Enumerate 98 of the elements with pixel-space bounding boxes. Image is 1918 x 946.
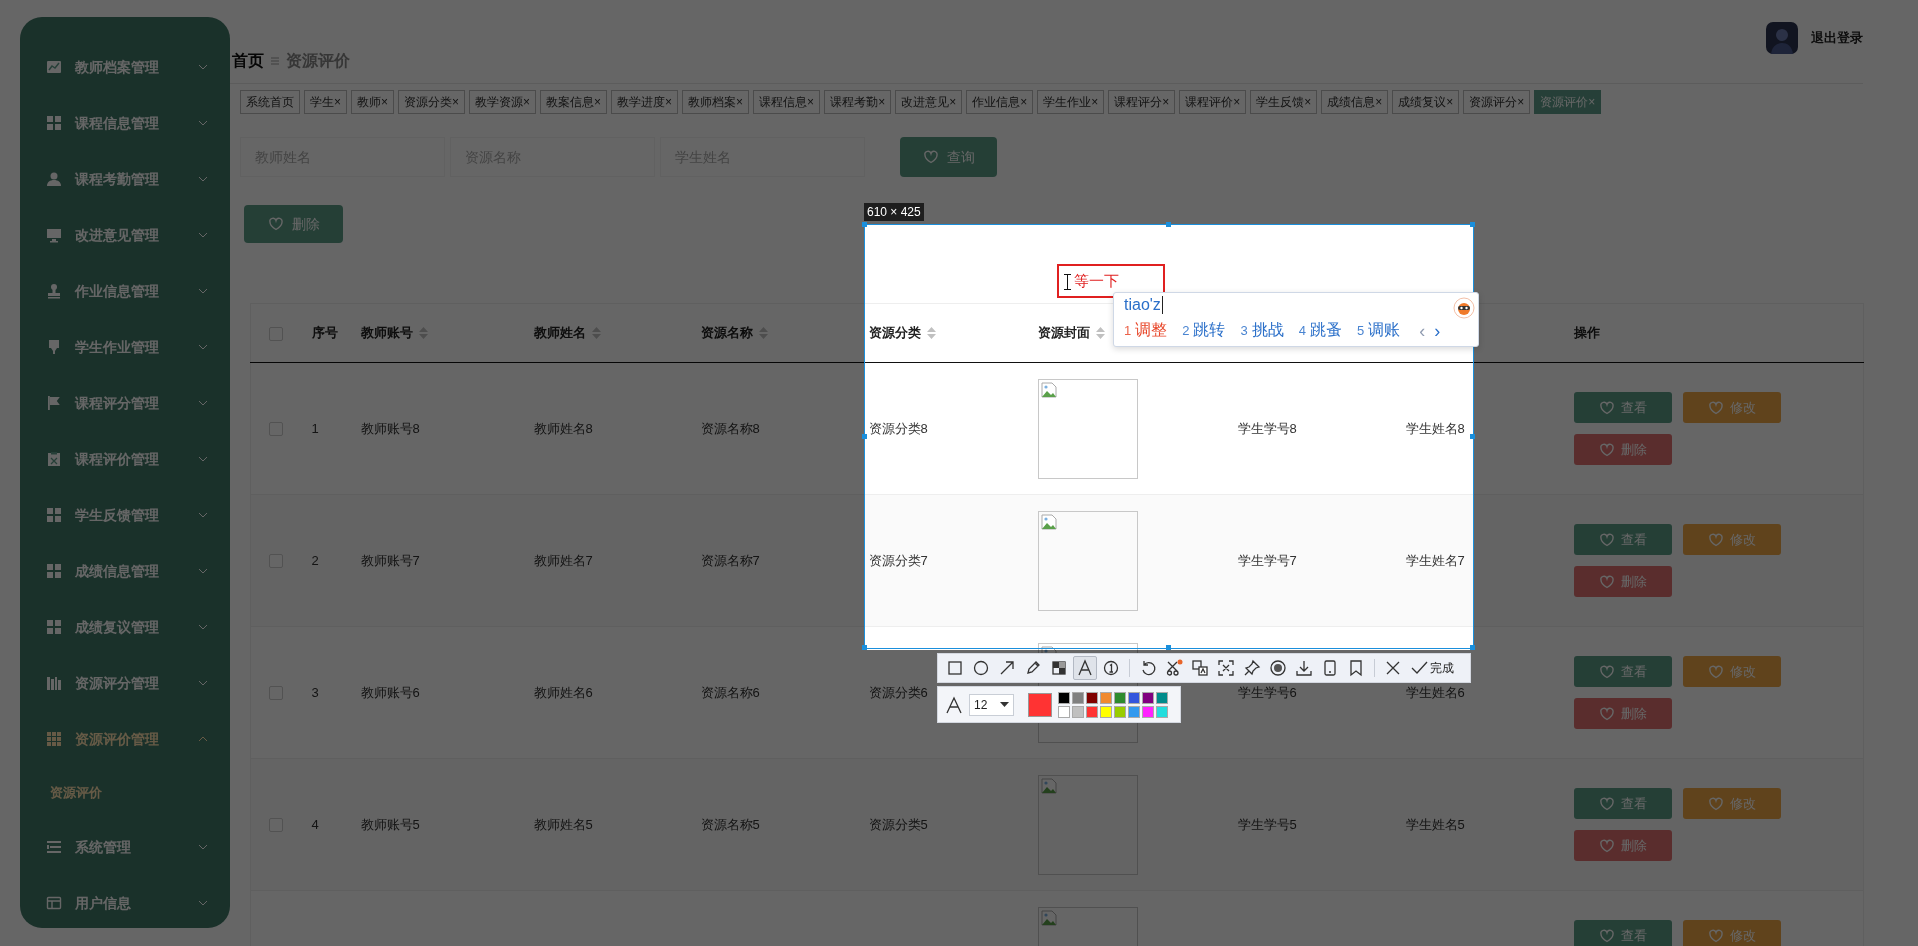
done-button[interactable]: 完成 bbox=[1408, 656, 1456, 680]
table-cell: 教师账号8 bbox=[360, 420, 420, 436]
tab[interactable]: 成绩复议× bbox=[1392, 90, 1460, 114]
table-cell: 学生学号8 bbox=[1237, 420, 1297, 436]
tab[interactable]: 资源分类× bbox=[398, 90, 466, 114]
table-cell: 教师账号6 bbox=[360, 684, 420, 700]
table-cell: 教师账号5 bbox=[360, 816, 420, 832]
table-cell: 资源名称7 bbox=[700, 552, 760, 568]
sidebar-item-label: 学生作业管理 bbox=[75, 337, 159, 357]
sidebar-item[interactable]: 资源评分管理 bbox=[20, 655, 230, 711]
tab[interactable]: 教师× bbox=[351, 90, 395, 114]
table-cell: 学生学号5 bbox=[1237, 816, 1297, 832]
tab[interactable]: 课程信息× bbox=[753, 90, 821, 114]
table-cell: 资源分类6 bbox=[868, 684, 928, 700]
column-header: 资源封面 bbox=[1037, 324, 1090, 343]
sidebar-item[interactable]: 作业信息管理 bbox=[20, 263, 230, 319]
sidebar-item-label: 课程考勤管理 bbox=[75, 169, 159, 189]
table-cell: 教师姓名8 bbox=[533, 420, 593, 436]
tab[interactable]: 学生反馈× bbox=[1250, 90, 1318, 114]
annotation-text: 等一下 bbox=[1074, 270, 1119, 291]
sidebar-item-label: 资源评分管理 bbox=[75, 673, 159, 693]
sidebar-item-label: 改进意见管理 bbox=[75, 225, 159, 245]
table-cell: 2 bbox=[311, 552, 319, 568]
table-cell: 学生姓名5 bbox=[1405, 816, 1465, 832]
sidebar-item[interactable]: 课程考勤管理 bbox=[20, 151, 230, 207]
breadcrumb-item[interactable]: 首页 bbox=[232, 51, 264, 71]
tab[interactable]: 课程评价× bbox=[1179, 90, 1247, 114]
ime-input-text: tiao'z bbox=[1124, 295, 1161, 315]
size-label: 610 × 425 bbox=[864, 203, 924, 221]
font-size-select[interactable]: 12 bbox=[969, 693, 1014, 716]
sidebar-item-label: 课程评分管理 bbox=[75, 393, 159, 413]
table-cell: 3 bbox=[311, 684, 319, 700]
sidebar-item[interactable]: 资源评价管理 bbox=[20, 711, 230, 767]
table-cell: 学生学号7 bbox=[1237, 552, 1297, 568]
tab[interactable]: 教学资源× bbox=[469, 90, 537, 114]
table-cell: 4 bbox=[311, 816, 319, 832]
ime-candidate[interactable]: 3 挑战 bbox=[1240, 319, 1284, 342]
tab[interactable]: 课程考勤× bbox=[824, 90, 892, 114]
sidebar-item[interactable]: 改进意见管理 bbox=[20, 207, 230, 263]
ime-candidate[interactable]: 5 调账 bbox=[1356, 319, 1401, 342]
sidebar-item[interactable]: 教师档案管理 bbox=[20, 39, 230, 95]
ime-candidate[interactable]: 1 调整 bbox=[1124, 319, 1168, 342]
tab[interactable]: 作业信息× bbox=[966, 90, 1034, 114]
tab[interactable]: 教学进度× bbox=[611, 90, 679, 114]
sidebar-item[interactable]: 学生反馈管理 bbox=[20, 487, 230, 543]
column-header: 操作 bbox=[1573, 324, 1600, 343]
column-header: 教师账号 bbox=[360, 324, 413, 343]
table-cell: 教师姓名7 bbox=[533, 552, 593, 568]
tab[interactable]: 课程评分× bbox=[1108, 90, 1176, 114]
sidebar-item-label: 成绩复议管理 bbox=[75, 617, 159, 637]
sidebar-item-label: 用户信息 bbox=[75, 893, 131, 913]
tab[interactable]: 成绩信息× bbox=[1321, 90, 1389, 114]
table-cell: 学生姓名6 bbox=[1405, 684, 1465, 700]
table-cell: 学生姓名7 bbox=[1405, 552, 1465, 568]
column-header: 序号 bbox=[311, 324, 338, 343]
tab[interactable]: 改进意见× bbox=[895, 90, 963, 114]
sidebar-item-label: 教师档案管理 bbox=[75, 57, 159, 77]
table-cell: 教师账号7 bbox=[360, 552, 420, 568]
tab[interactable]: 学生作业× bbox=[1037, 90, 1105, 114]
logout-link[interactable]: 退出登录 bbox=[1811, 28, 1863, 48]
sidebar-item-label: 课程信息管理 bbox=[75, 113, 159, 133]
table-cell: 1 bbox=[311, 420, 319, 436]
column-header: 教师姓名 bbox=[533, 324, 586, 343]
sidebar-item-label: 课程评价管理 bbox=[75, 449, 159, 469]
column-header: 资源名称 bbox=[700, 324, 753, 343]
table-cell: 资源分类5 bbox=[868, 816, 928, 832]
ime-candidate[interactable]: 2 跳转 bbox=[1182, 319, 1226, 342]
column-header: 资源分类 bbox=[868, 324, 921, 343]
tab[interactable]: 教案信息× bbox=[540, 90, 608, 114]
sidebar-item[interactable]: 学生作业管理 bbox=[20, 319, 230, 375]
sidebar-item[interactable]: 系统管理 bbox=[20, 819, 230, 875]
sidebar-item[interactable]: 课程评分管理 bbox=[20, 375, 230, 431]
sidebar-subitem[interactable]: 资源评价 bbox=[20, 767, 230, 819]
table-cell: 资源名称8 bbox=[700, 420, 760, 436]
tab[interactable]: 学生× bbox=[304, 90, 347, 114]
tab[interactable]: 资源评分× bbox=[1463, 90, 1531, 114]
table-cell: 资源分类7 bbox=[868, 552, 928, 568]
sidebar-item[interactable]: 课程信息管理 bbox=[20, 95, 230, 151]
sidebar-item-label: 学生反馈管理 bbox=[75, 505, 159, 525]
sidebar-item[interactable]: 用户信息 bbox=[20, 875, 230, 928]
tab[interactable]: 系统首页 bbox=[240, 90, 300, 114]
table-cell: 资源分类8 bbox=[868, 420, 928, 436]
sidebar-item[interactable]: 成绩复议管理 bbox=[20, 599, 230, 655]
table-cell: 学生姓名8 bbox=[1405, 420, 1465, 436]
table-cell: 教师姓名6 bbox=[533, 684, 593, 700]
table-cell: 资源名称6 bbox=[700, 684, 760, 700]
ime-candidate[interactable]: 4 跳蚤 bbox=[1298, 319, 1342, 342]
table-cell: 资源名称5 bbox=[700, 816, 760, 832]
sidebar-item[interactable]: 课程评价管理 bbox=[20, 431, 230, 487]
table-cell: 学生学号6 bbox=[1237, 684, 1297, 700]
sidebar-item-label: 成绩信息管理 bbox=[75, 561, 159, 581]
sidebar-item-label: 作业信息管理 bbox=[75, 281, 159, 301]
sidebar-item-label: 系统管理 bbox=[75, 837, 131, 857]
sidebar-item[interactable]: 成绩信息管理 bbox=[20, 543, 230, 599]
next-page-arrow[interactable]: › bbox=[1434, 320, 1441, 341]
sidebar-item-label: 资源评价管理 bbox=[75, 729, 159, 749]
table-cell: 教师姓名5 bbox=[533, 816, 593, 832]
tab[interactable]: 教师档案× bbox=[682, 90, 750, 114]
